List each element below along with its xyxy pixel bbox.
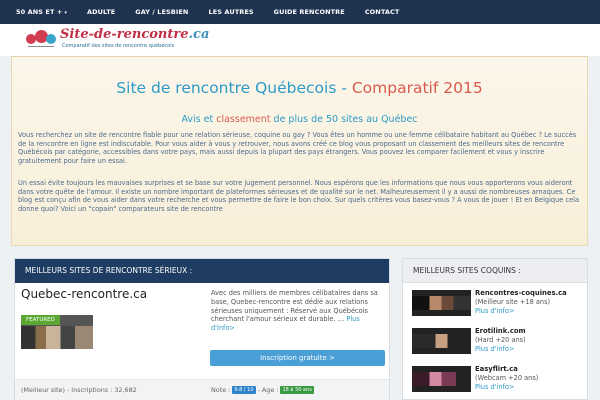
sidebar-item-erotilink[interactable]: Erotilink.com (Hard +20 ans) Plus d'info… — [412, 327, 582, 357]
intro-paragraph-1: Vous recherchez un site de rencontre fia… — [18, 131, 577, 166]
top-navigation: 50 ANS ET + ▾ ADULTE GAY / LESBIEN LES AU… — [0, 0, 600, 24]
birds-logo-icon — [26, 28, 60, 48]
page-subtitle: Avis et classement de plus de 50 sites a… — [181, 114, 418, 125]
nav-item-50-ans[interactable]: 50 ANS ET + ▾ — [6, 0, 77, 24]
nav-item-label: GUIDE RENCONTRE — [273, 8, 345, 16]
nav-item-label: CONTACT — [364, 8, 400, 16]
sidebar-item-name[interactable]: Easyflirt.ca — [475, 365, 518, 373]
featured-badge: FEATURED — [21, 315, 60, 325]
intro-paragraph-2: Un essai évite toujours les mauvaises su… — [18, 179, 579, 214]
more-info-link[interactable]: Plus d'info> — [475, 345, 514, 353]
logo-text: Site-de-rencontre.ca Comparatif des site… — [60, 27, 210, 50]
nav-item-label: LES AUTRES — [208, 8, 254, 16]
sidebar-item-name[interactable]: Rencontres-coquines.ca — [475, 289, 567, 297]
nav-item-contact[interactable]: CONTACT — [355, 0, 410, 24]
site-thumbnail[interactable] — [412, 290, 471, 316]
logo-tagline: Comparatif des sites de rencontre québéc… — [62, 43, 175, 49]
site-name[interactable]: Quebec-rencontre.ca — [21, 287, 147, 301]
nav-item-label: ADULTE — [87, 8, 116, 16]
sidebar-item-name[interactable]: Erotilink.com — [475, 327, 526, 335]
logo-title: Site-de-rencontre.ca — [60, 27, 210, 42]
site-rating: Note : 9.8 / 10 - Age : 18 à 50 ans — [211, 386, 314, 394]
naughty-sites-sidebar: MEILLEURS SITES COQUINS : Rencontres-coq… — [402, 258, 588, 400]
site-card: Quebec-rencontre.ca FEATURED Avec des mi… — [15, 283, 389, 400]
site-header: Site-de-rencontre.ca Comparatif des site… — [0, 24, 600, 56]
more-info-link[interactable]: Plus d'info> — [475, 307, 514, 315]
page-title: Site de rencontre Québecois - Comparatif… — [116, 79, 483, 97]
nav-item-label: GAY / LESBIEN — [135, 8, 189, 16]
sidebar-header: MEILLEURS SITES COQUINS : — [403, 259, 587, 283]
sidebar-item-subtitle: (Hard +20 ans) — [475, 336, 526, 344]
nav-item-les-autres[interactable]: LES AUTRES — [198, 0, 263, 24]
sidebar-item-subtitle: (Webcam +20 ans) — [475, 374, 539, 382]
panel-header: MEILLEURS SITES DE RENCONTRE SÉRIEUX : — [15, 259, 389, 283]
more-info-link[interactable]: Plus d'info> — [475, 383, 514, 391]
site-signups: (Meilleur site) - Inscriptions : 32,682 — [21, 386, 137, 394]
site-screenshot-image — [21, 326, 93, 349]
serious-sites-panel: MEILLEURS SITES DE RENCONTRE SÉRIEUX : Q… — [14, 258, 390, 400]
nav-item-label: 50 ANS ET + — [16, 8, 63, 16]
nav-item-guide-rencontre[interactable]: GUIDE RENCONTRE — [264, 0, 355, 24]
site-logo[interactable]: Site-de-rencontre.ca Comparatif des site… — [26, 28, 226, 52]
site-card-footer: (Meilleur site) - Inscriptions : 32,682 … — [15, 379, 389, 400]
site-thumbnail[interactable] — [412, 366, 471, 392]
nav-item-adulte[interactable]: ADULTE — [77, 0, 125, 24]
signup-button[interactable]: Inscription gratuite > — [210, 350, 385, 366]
age-badge: 18 à 50 ans — [280, 386, 314, 394]
sidebar-item-rencontres-coquines[interactable]: Rencontres-coquines.ca (Meilleur site +1… — [412, 289, 582, 319]
site-thumbnail[interactable] — [412, 328, 471, 354]
rating-badge: 9.8 / 10 — [232, 386, 256, 394]
intro-section: Site de rencontre Québecois - Comparatif… — [11, 56, 588, 246]
sidebar-item-subtitle: (Meilleur site +18 ans) — [475, 298, 551, 306]
sidebar-item-easyflirt[interactable]: Easyflirt.ca (Webcam +20 ans) Plus d'inf… — [412, 365, 582, 395]
chevron-down-icon: ▾ — [64, 10, 68, 16]
site-description: Avec des milliers de membres célibataire… — [211, 289, 378, 333]
nav-item-gay-lesbien[interactable]: GAY / LESBIEN — [125, 0, 198, 24]
site-thumbnail[interactable]: FEATURED — [21, 315, 93, 349]
